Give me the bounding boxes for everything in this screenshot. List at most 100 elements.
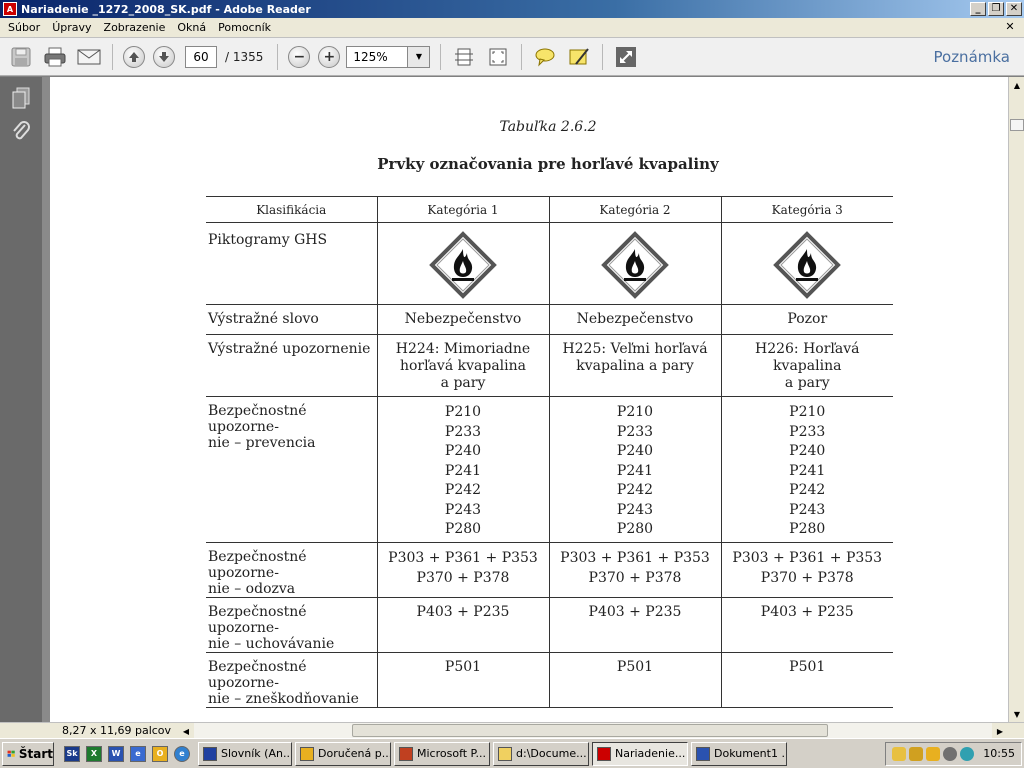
scroll-right-icon[interactable]: ▶: [992, 723, 1008, 739]
update-icon[interactable]: [960, 746, 975, 761]
previous-page-icon[interactable]: [123, 45, 145, 68]
pages-icon[interactable]: [8, 85, 34, 111]
task-label: Slovník (An...: [221, 747, 292, 760]
p-code: P370 + P378: [416, 569, 510, 586]
toolbar-separator: [277, 43, 279, 70]
start-label: Štart: [18, 746, 53, 761]
vertical-scrollbar[interactable]: ▲ ▼: [1008, 77, 1024, 722]
row-label-response: Bezpečnostné upozorne- nie – odozva: [206, 542, 378, 598]
menu-window[interactable]: Okná: [171, 21, 212, 34]
clock: 10:55: [983, 747, 1015, 760]
window-title: Nariadenie _1272_2008_SK.pdf - Adobe Rea…: [21, 2, 311, 16]
ie-icon[interactable]: e: [174, 745, 190, 762]
storage-cell: P403 + P235: [720, 597, 893, 653]
fit-page-icon[interactable]: [451, 44, 477, 70]
page-number-input[interactable]: 60: [185, 45, 217, 68]
hazard-statement-cell: H224: Mimoriadne horľavá kvapalina a par…: [376, 334, 550, 397]
storage-cell: P403 + P235: [548, 597, 722, 653]
p-code: P240: [444, 443, 482, 459]
zoom-out-icon[interactable]: −: [288, 45, 311, 68]
chevron-down-icon[interactable]: ▼: [408, 45, 431, 68]
save-icon[interactable]: [8, 44, 34, 70]
excel-icon[interactable]: X: [86, 745, 102, 762]
p-code: P303 + P361 + P353: [732, 550, 883, 566]
note-button[interactable]: Poznámka: [934, 48, 1011, 66]
taskbar-task[interactable]: Doručená p...: [295, 741, 391, 766]
outlook-icon[interactable]: O: [152, 745, 168, 762]
taskbar-task[interactable]: Dokument1 ...: [691, 741, 787, 766]
fit-width-icon[interactable]: [485, 44, 511, 70]
p-code: P280: [444, 521, 482, 537]
maximize-button[interactable]: ❐: [988, 2, 1004, 16]
clock-tray-icon[interactable]: [926, 746, 941, 761]
p-code: P241: [444, 462, 482, 479]
pictogram-cell: [376, 222, 550, 305]
menu-view[interactable]: Zobrazenie: [98, 21, 172, 34]
table-title: Prvky označovania pre horľavé kvapaliny: [377, 155, 719, 173]
signal-word-cell: Nebezpečenstvo: [376, 304, 550, 335]
document-close-icon[interactable]: ✕: [1002, 20, 1018, 36]
table-row: Bezpečnostné upozorne- nie – zneškodňova…: [206, 652, 893, 708]
header-classification: Klasifikácia: [206, 196, 378, 223]
p-code: P233: [616, 423, 654, 440]
header-category-1: Kategória 1: [376, 196, 550, 223]
table-row: Piktogramy GHS: [206, 222, 893, 305]
task-label: Nariadenie...: [615, 747, 686, 760]
minimize-button[interactable]: _: [970, 2, 986, 16]
taskbar-task[interactable]: Microsoft P...: [394, 741, 490, 766]
row-label-line: Bezpečnostné upozorne-: [208, 403, 307, 435]
p-code: P370 + P378: [760, 569, 854, 586]
hazard-statement-cell: H226: Horľavá kvapalina a pary: [720, 334, 893, 397]
hazard-statement-cell: H225: Veľmi horľavá kvapalina a pary: [548, 334, 722, 397]
word-icon[interactable]: W: [108, 745, 124, 762]
start-button[interactable]: Štart: [2, 741, 54, 766]
close-button[interactable]: ✕: [1006, 2, 1022, 16]
taskbar-task[interactable]: d:\Docume...: [493, 741, 589, 766]
hazard-line: horľavá kvapalina: [399, 358, 527, 374]
taskbar-task-active[interactable]: Nariadenie...: [592, 741, 688, 766]
toolbar: 60 / 1355 − + 125% ▼ Poznámka: [0, 38, 1024, 76]
prevention-cell: P210 P233 P240 P241 P242 P243 P280: [720, 396, 893, 543]
table-row: Výstražné slovo Nebezpečenstvo Nebezpeče…: [206, 304, 893, 335]
scroll-left-icon[interactable]: ◀: [178, 723, 194, 739]
attachments-icon[interactable]: [8, 119, 34, 145]
scroll-up-icon[interactable]: ▲: [1009, 77, 1024, 93]
menu-file[interactable]: Súbor: [2, 21, 46, 34]
storage-cell: P403 + P235: [376, 597, 550, 653]
skype-icon[interactable]: Sk: [64, 745, 80, 762]
browser-icon[interactable]: e: [130, 745, 146, 762]
email-icon[interactable]: [76, 44, 102, 70]
highlight-icon[interactable]: [566, 44, 592, 70]
taskbar-task[interactable]: Slovník (An...: [198, 741, 292, 766]
powerpoint-icon: [399, 746, 413, 761]
flame-icon: [429, 231, 497, 299]
fullscreen-icon[interactable]: [613, 44, 639, 70]
horizontal-scrollbar[interactable]: ◀ ▶: [178, 723, 1008, 739]
mail-tray-icon[interactable]: [892, 746, 907, 761]
system-tray: 10:55: [885, 741, 1022, 766]
pdf-page: Tabuľka 2.6.2 Prvky označovania pre horľ…: [50, 77, 1008, 722]
vertical-scroll-thumb[interactable]: [1010, 119, 1024, 131]
p-code: P233: [444, 423, 482, 440]
print-icon[interactable]: [42, 44, 68, 70]
horizontal-scroll-thumb[interactable]: [352, 724, 828, 737]
toolbar-separator: [440, 43, 442, 70]
row-label-disposal: Bezpečnostné upozorne- nie – zneškodňova…: [206, 652, 378, 708]
comment-icon[interactable]: [532, 44, 558, 70]
zoom-in-icon[interactable]: +: [318, 45, 341, 68]
zoom-input[interactable]: 125%: [346, 45, 409, 68]
menu-help[interactable]: Pomocník: [212, 21, 277, 34]
document-view[interactable]: Tabuľka 2.6.2 Prvky označovania pre horľ…: [42, 77, 1008, 722]
network-icon[interactable]: [943, 746, 958, 761]
hazard-line: kvapalina a pary: [576, 358, 694, 374]
shield-icon[interactable]: [909, 746, 924, 761]
status-bar: 8,27 x 11,69 palcov ◀ ▶: [0, 722, 1024, 739]
quick-launch: Sk X W e O e: [64, 745, 190, 762]
row-label-line: nie – odozva: [208, 581, 296, 597]
menu-edit[interactable]: Úpravy: [46, 21, 97, 34]
next-page-icon[interactable]: [153, 45, 175, 68]
signal-word-cell: Pozor: [720, 304, 893, 335]
p-code: P210: [444, 404, 482, 420]
scroll-down-icon[interactable]: ▼: [1009, 706, 1024, 722]
p-code: P241: [789, 462, 826, 479]
